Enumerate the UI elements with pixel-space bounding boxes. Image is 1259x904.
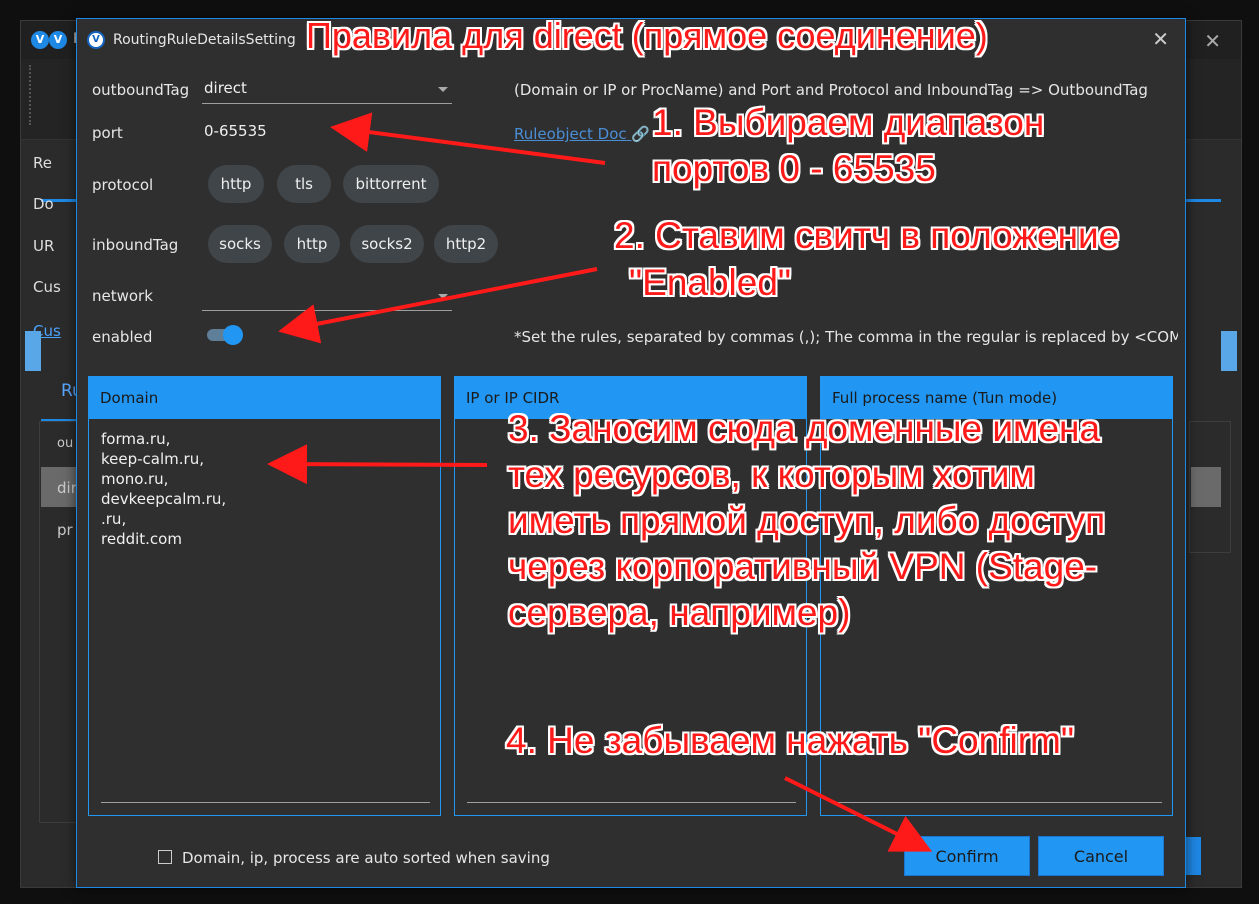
domain-textarea[interactable]: forma.ru, keep-calm.ru, mono.ru, devkeep…	[101, 429, 430, 803]
inboundtag-chip-http2[interactable]: http2	[434, 225, 498, 263]
domain-line: forma.ru,	[101, 430, 171, 448]
port-label: port	[92, 124, 123, 142]
annotation-step3-line5: сервера, например)	[508, 592, 851, 633]
annotation-step3-line3: иметь прямой доступ, либо доступ	[508, 500, 1106, 541]
network-label: network	[92, 287, 153, 305]
ruleobject-doc-link[interactable]: Ruleobject Doc 🔗	[514, 125, 650, 143]
outboundtag-value: direct	[204, 79, 247, 97]
domain-pane-header: Domain	[89, 377, 440, 419]
close-icon[interactable]: ✕	[1204, 29, 1221, 53]
inboundtag-chip-http[interactable]: http	[284, 225, 340, 263]
inboundtag-label: inboundTag	[92, 236, 179, 254]
protocol-chip-bittorrent[interactable]: bittorrent	[343, 165, 439, 203]
sidebar-item[interactable]: UR	[33, 237, 54, 255]
annotation-step1-line1: 1. Выбираем диапазон	[652, 102, 1045, 143]
app-logo-icon: V	[31, 31, 49, 49]
rule-info-text: (Domain or IP or ProcName) and Port and …	[514, 81, 1148, 99]
confirm-button[interactable]: Confirm	[904, 836, 1030, 876]
auto-sort-checkbox[interactable]	[158, 850, 172, 864]
domain-line: reddit.com	[101, 530, 182, 548]
rules-note-text: *Set the rules, separated by commas (,);…	[514, 328, 1178, 346]
domain-pane: Domain forma.ru, keep-calm.ru, mono.ru, …	[88, 376, 441, 816]
annotation-step1-line2: портов 0 - 65535	[652, 148, 936, 189]
domain-line: keep-calm.ru,	[101, 450, 204, 468]
link-icon: 🔗	[631, 125, 651, 143]
enabled-toggle[interactable]	[205, 323, 247, 347]
network-select[interactable]	[202, 284, 452, 311]
inboundtag-chip-socks[interactable]: socks	[208, 225, 272, 263]
annotation-step4: 4. Не забываем нажать "Confirm"	[506, 720, 1074, 761]
inboundtag-chip-socks2[interactable]: socks2	[350, 225, 424, 263]
chevron-down-icon	[438, 294, 448, 299]
doc-link-label: Ruleobject Doc	[514, 125, 627, 143]
sidebar-item[interactable]: Re	[33, 154, 52, 172]
sidebar-item[interactable]: Do	[33, 195, 54, 213]
app-logo-icon: V	[87, 31, 105, 49]
port-input[interactable]: 0-65535	[202, 120, 452, 146]
annotation-step3-line4: через корпоративный VPN (Stage-	[508, 546, 1098, 587]
pane-header-label: Domain	[100, 389, 159, 407]
domain-line: mono.ru,	[101, 470, 169, 488]
port-value: 0-65535	[204, 122, 267, 140]
table-row[interactable]: pr	[57, 521, 73, 539]
protocol-label: protocol	[92, 176, 154, 194]
pane-header-label: Full process name (Tun mode)	[832, 389, 1058, 407]
cancel-button[interactable]: Cancel	[1038, 836, 1164, 876]
auto-sort-label: Domain, ip, process are auto sorted when…	[182, 849, 550, 867]
annotation-step3-line1: 3. Заносим сюда доменные имена	[508, 408, 1101, 449]
protocol-chip-tls[interactable]: tls	[277, 165, 331, 203]
protocol-chip-http[interactable]: http	[208, 165, 264, 203]
chevron-down-icon	[438, 87, 448, 92]
pane-header-label: IP or IP CIDR	[466, 389, 560, 407]
annotation-title: Правила для direct (прямое соединение)	[306, 15, 988, 56]
annotation-step2-line2: "Enabled"	[629, 262, 792, 303]
app-logo-icon: V	[49, 31, 67, 49]
annotation-step2-line1: 2. Ставим свитч в положение	[614, 215, 1120, 256]
annotation-step3-line2: тех ресурсов, к которым хотим	[508, 454, 1035, 495]
enabled-label: enabled	[92, 328, 153, 346]
dialog-title: RoutingRuleDetailsSetting	[113, 32, 296, 48]
table-row[interactable]: ou	[57, 436, 73, 451]
domain-line: devkeepcalm.ru,	[101, 490, 227, 508]
close-icon[interactable]: ✕	[1152, 27, 1169, 51]
outboundtag-select[interactable]: direct	[202, 77, 452, 104]
sidebar-item[interactable]: Cus	[33, 278, 61, 296]
table-row[interactable]: dir	[57, 479, 77, 497]
outboundtag-label: outboundTag	[92, 81, 190, 99]
domain-line: .ru,	[101, 510, 127, 528]
